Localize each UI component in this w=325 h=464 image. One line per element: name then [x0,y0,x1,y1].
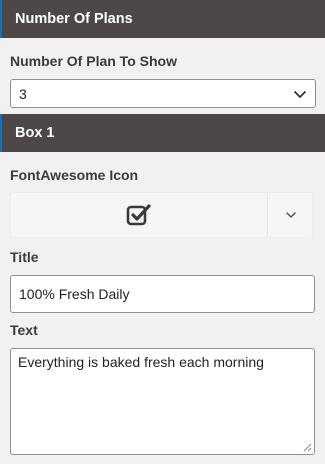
text-label: Text [10,322,38,338]
plans-to-show-value: 3 [19,85,27,102]
plans-to-show-select[interactable]: 3 [10,79,316,108]
text-textarea-value: Everything is baked fresh each morning [18,354,264,370]
chevron-down-icon [286,212,296,218]
title-input-value: 100% Fresh Daily [19,286,130,302]
chevron-down-icon [294,91,306,98]
section-header-title: Box 1 [15,125,55,141]
icon-picker[interactable] [10,192,313,238]
plans-to-show-label: Number Of Plan To Show [10,53,177,69]
icon-picker-preview[interactable] [11,193,268,237]
section-header-title: Number Of Plans [15,11,133,27]
section-header-number-of-plans[interactable]: Number Of Plans [0,0,325,38]
icon-picker-toggle[interactable] [269,193,313,237]
text-textarea[interactable]: Everything is baked fresh each morning [10,348,315,455]
title-label: Title [10,249,39,265]
fontawesome-icon-label: FontAwesome Icon [10,167,139,183]
section-header-box-1[interactable]: Box 1 [0,114,325,152]
resize-handle-icon[interactable] [302,442,312,452]
check-square-icon [126,204,151,226]
settings-panel: Number Of Plans Number Of Plan To Show 3… [0,0,325,464]
title-input[interactable]: 100% Fresh Daily [10,275,315,313]
